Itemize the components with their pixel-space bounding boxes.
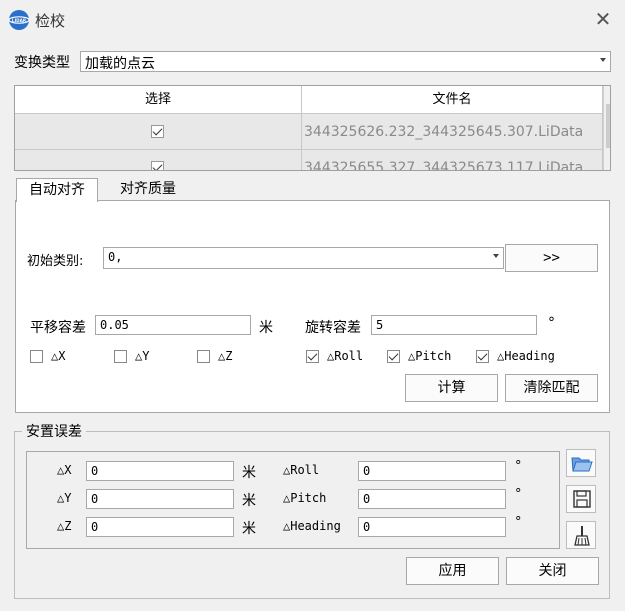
chevron-down-icon — [600, 58, 606, 62]
table-cell-filename: 344325626.232_344325645.307.LiData — [302, 114, 603, 150]
checkbox-dy-label: △Y — [135, 349, 150, 363]
dz-input[interactable]: 0 — [86, 517, 234, 537]
checkbox-droll-label: △Roll — [327, 349, 364, 363]
broom-icon — [574, 526, 590, 546]
window-title: 检校 — [35, 12, 66, 30]
transform-type-value: 加载的点云 — [85, 56, 155, 72]
dy-unit: 米 — [242, 493, 256, 509]
row-checkbox[interactable] — [151, 161, 164, 170]
scroll-up-icon[interactable] — [609, 92, 611, 100]
title-bar: LIDAR 检校 ✕ — [0, 0, 625, 40]
app-logo-icon: LIDAR — [8, 10, 30, 30]
column-header-filename[interactable]: 文件名 — [302, 86, 603, 114]
dz-label: △Z — [57, 519, 72, 533]
table-row[interactable] — [15, 150, 302, 170]
clear-values-button[interactable] — [566, 521, 596, 549]
install-error-title: 安置误差 — [22, 421, 86, 441]
close-button[interactable]: 关闭 — [506, 557, 599, 585]
vertical-scrollbar[interactable] — [603, 86, 611, 170]
checkbox-droll[interactable] — [306, 350, 319, 363]
translation-tolerance-input[interactable]: 0.05 — [95, 315, 251, 335]
dpitch-input[interactable]: 0 — [358, 489, 506, 509]
dheading-label: △Heading — [283, 519, 341, 533]
droll-label: △Roll — [283, 463, 320, 477]
compute-button[interactable]: 计算 — [405, 374, 498, 402]
tab-auto-align[interactable]: 自动对齐 — [16, 178, 98, 202]
checkbox-dheading-label: △Heading — [497, 349, 555, 363]
initial-class-value: 0, — [108, 250, 123, 264]
dx-unit: 米 — [242, 465, 256, 481]
checkbox-dheading[interactable] — [476, 350, 489, 363]
file-table: 选择 文件名 344325626.232_344325645.307.LiDat… — [14, 85, 611, 171]
checkbox-dz[interactable] — [197, 350, 210, 363]
dpitch-unit: ° — [515, 487, 522, 502]
checkbox-dy[interactable] — [114, 350, 127, 363]
checkbox-dx[interactable] — [30, 350, 43, 363]
rotation-tolerance-label: 旋转容差 — [305, 320, 361, 336]
rotation-unit: ° — [548, 315, 555, 331]
dheading-input[interactable]: 0 — [358, 517, 506, 537]
row-checkbox[interactable] — [151, 125, 164, 138]
clear-match-button[interactable]: 清除匹配 — [505, 374, 598, 402]
dy-input[interactable]: 0 — [86, 489, 234, 509]
close-icon[interactable]: ✕ — [592, 9, 614, 31]
table-cell-filename: 344325655.327_344325673.117.LiData — [302, 150, 603, 170]
translation-unit: 米 — [259, 320, 273, 336]
open-file-button[interactable] — [566, 449, 596, 477]
transform-type-label: 变换类型 — [14, 55, 70, 71]
dy-label: △Y — [57, 491, 72, 505]
scrollbar-thumb[interactable] — [606, 104, 610, 148]
dpitch-label: △Pitch — [283, 491, 327, 505]
checkbox-dx-label: △X — [51, 349, 66, 363]
expand-button[interactable]: >> — [505, 244, 598, 272]
scroll-down-icon[interactable] — [609, 156, 611, 164]
initial-class-select[interactable]: 0, — [103, 247, 504, 269]
save-file-button[interactable] — [566, 485, 596, 513]
checkbox-dpitch-label: △Pitch — [408, 349, 452, 363]
translation-tolerance-label: 平移容差 — [30, 320, 86, 336]
save-icon — [573, 490, 591, 508]
rotation-tolerance-input[interactable]: 5 — [371, 315, 537, 335]
checkbox-dz-label: △Z — [218, 349, 233, 363]
transform-type-select[interactable]: 加载的点云 — [80, 51, 611, 72]
initial-class-label: 初始类别: — [27, 254, 84, 269]
apply-button[interactable]: 应用 — [406, 557, 499, 585]
chevron-down-icon — [493, 254, 499, 258]
dheading-unit: ° — [515, 515, 522, 530]
svg-text:LIDAR: LIDAR — [12, 18, 27, 23]
dz-unit: 米 — [242, 521, 256, 537]
tab-align-quality[interactable]: 对齐质量 — [108, 178, 188, 201]
folder-open-icon — [571, 457, 593, 472]
droll-unit: ° — [515, 459, 522, 474]
column-header-select[interactable]: 选择 — [15, 86, 302, 114]
droll-input[interactable]: 0 — [358, 461, 506, 481]
dx-input[interactable]: 0 — [86, 461, 234, 481]
checkbox-dpitch[interactable] — [387, 350, 400, 363]
dx-label: △X — [57, 463, 72, 477]
table-row[interactable] — [15, 114, 302, 150]
